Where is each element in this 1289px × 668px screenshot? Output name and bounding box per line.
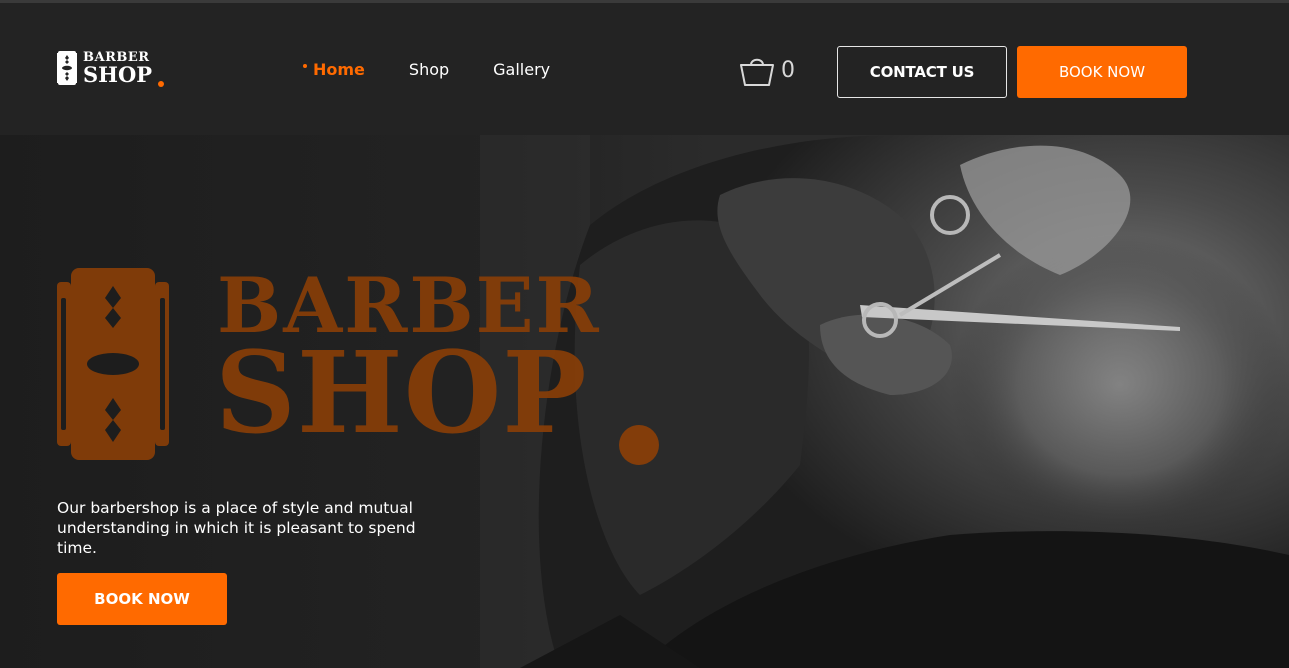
hero-brand-line-2: SHOP — [215, 328, 588, 459]
hero-brand-logo: BARBER SHOP — [57, 268, 667, 468]
main-nav: Home Shop Gallery — [303, 60, 550, 79]
cart-button[interactable]: 0 — [739, 53, 795, 87]
nav-item-gallery[interactable]: Gallery — [493, 60, 550, 79]
site-header: BARBER SHOP Home Shop Gallery 0 CONTACT … — [0, 3, 1289, 135]
shopping-bag-icon — [740, 58, 774, 86]
site-logo[interactable]: BARBER SHOP — [57, 47, 165, 89]
razor-blade-icon — [57, 268, 169, 460]
page: BARBER SHOP Home Shop Gallery 0 CONTACT … — [0, 0, 1289, 668]
razor-blade-icon — [57, 51, 77, 85]
logo-text: BARBER SHOP — [83, 51, 152, 85]
contact-us-button[interactable]: CONTACT US — [837, 46, 1007, 98]
cart-count: 0 — [781, 57, 795, 83]
header-book-now-button[interactable]: BOOK NOW — [1017, 46, 1187, 98]
hero-description: Our barbershop is a place of style and m… — [57, 499, 416, 557]
nav-item-home[interactable]: Home — [303, 60, 365, 79]
hero-section: BARBER SHOP Our barbershop is a place of… — [0, 135, 1289, 668]
hero-brand-dot — [619, 425, 659, 465]
nav-item-shop[interactable]: Shop — [409, 60, 449, 79]
logo-dot — [158, 81, 165, 87]
logo-line-2: SHOP — [83, 62, 153, 87]
hero-book-now-button[interactable]: BOOK NOW — [57, 573, 227, 625]
